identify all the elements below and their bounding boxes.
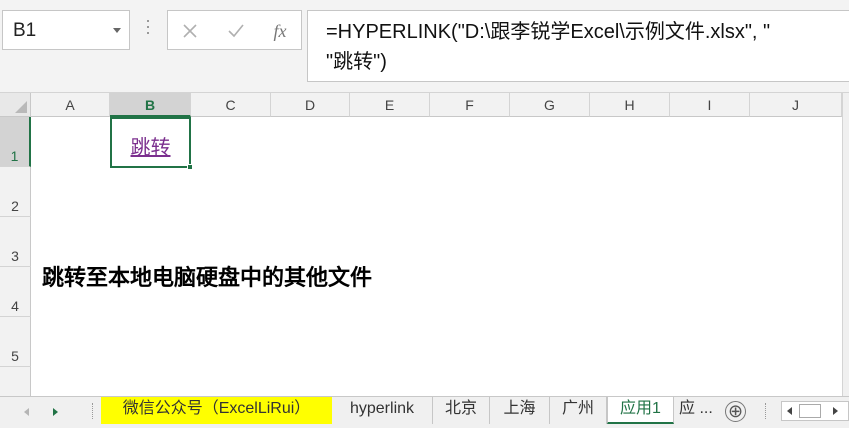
scroll-tabs-left-icon[interactable] <box>24 408 29 416</box>
formula-line-2: "跳转") <box>326 51 387 73</box>
column-header-j[interactable]: J <box>750 93 842 117</box>
scrollbar-thumb[interactable] <box>799 404 821 418</box>
tab-application-1[interactable]: 应用1 <box>607 397 674 424</box>
tab-beijing[interactable]: 北京 <box>433 397 490 424</box>
tab-guangzhou[interactable]: 广州 <box>550 397 607 424</box>
chevron-down-icon[interactable] <box>113 28 121 33</box>
column-header-h[interactable]: H <box>590 93 670 117</box>
tab-split-dots <box>92 403 94 419</box>
scroll-tabs-right-icon[interactable] <box>53 408 58 416</box>
column-header-b[interactable]: B <box>110 93 191 117</box>
horizontal-scrollbar[interactable] <box>781 401 849 421</box>
formula-buttons: fx <box>167 10 302 50</box>
column-header-g[interactable]: G <box>510 93 590 117</box>
row-header-5[interactable]: 5 <box>0 317 31 367</box>
hyperlink-text[interactable]: 跳转 <box>112 131 189 160</box>
name-box-value: B1 <box>13 20 37 41</box>
scroll-right-icon[interactable] <box>833 407 838 415</box>
plus-circle-icon[interactable]: ⊕ <box>725 401 746 422</box>
select-all-triangle-icon <box>15 101 27 113</box>
formula-line-1: =HYPERLINK("D:\跟李锐学Excel\示例文件.xlsx", " <box>326 21 771 43</box>
x-icon[interactable] <box>178 19 202 43</box>
worksheet-grid: A B C D E F G H I J 1 2 3 4 5 跳转 跳转至本地电脑… <box>0 93 849 396</box>
column-header-f[interactable]: F <box>430 93 510 117</box>
column-header-e[interactable]: E <box>350 93 430 117</box>
row-header-1[interactable]: 1 <box>0 117 31 167</box>
scroll-left-icon[interactable] <box>787 407 792 415</box>
formula-input[interactable]: =HYPERLINK("D:\跟李锐学Excel\示例文件.xlsx", " "… <box>307 10 849 82</box>
sheet-tab-bar: 微信公众号（ExcelLiRui） hyperlink 北京 上海 广州 应用1… <box>0 396 849 428</box>
column-header-i[interactable]: I <box>670 93 750 117</box>
row-header-3[interactable]: 3 <box>0 217 31 267</box>
row-header-2[interactable]: 2 <box>0 167 31 217</box>
column-header-d[interactable]: D <box>271 93 350 117</box>
check-icon[interactable] <box>224 19 248 43</box>
row-header-4[interactable]: 4 <box>0 267 31 317</box>
formula-bar-area: B1 fx =HYPERLINK("D:\跟李锐学Excel\示例文件.xlsx… <box>0 0 849 93</box>
column-header-c[interactable]: C <box>191 93 271 117</box>
name-box[interactable]: B1 <box>2 10 130 50</box>
cell-b1[interactable]: 跳转 <box>110 117 191 168</box>
tab-wechat[interactable]: 微信公众号（ExcelLiRui） <box>101 397 332 424</box>
fx-icon[interactable]: fx <box>268 19 292 43</box>
tab-shanghai[interactable]: 上海 <box>490 397 550 424</box>
vertical-scrollbar-edge[interactable] <box>842 93 849 396</box>
column-header-a[interactable]: A <box>31 93 110 117</box>
select-all-button[interactable] <box>0 93 31 117</box>
fill-handle[interactable] <box>187 164 193 170</box>
row-header-6[interactable] <box>0 367 31 396</box>
tab-overflow[interactable]: 应 ... <box>675 397 719 424</box>
tab-hyperlink[interactable]: hyperlink <box>332 397 433 424</box>
cell-a3-text: 跳转至本地电脑硬盘中的其他文件 <box>42 265 373 290</box>
grip-dots-icon[interactable] <box>145 20 151 42</box>
scroll-split-dots[interactable] <box>765 403 767 419</box>
